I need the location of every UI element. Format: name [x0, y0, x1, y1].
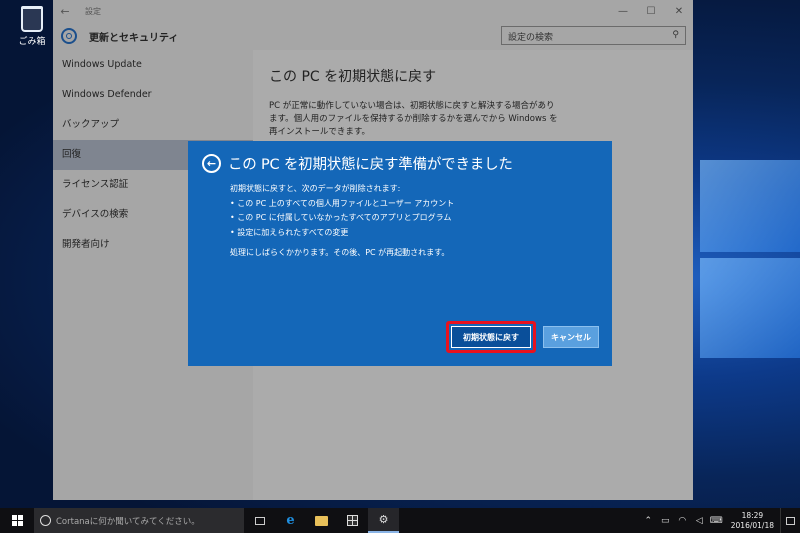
edge-icon: e [286, 513, 295, 528]
task-view-button[interactable] [244, 508, 275, 533]
reset-button[interactable]: 初期状態に戻す [451, 326, 531, 348]
section-description: PC が正常に動作していない場合は、初期状態に戻すと解決する場合があります。個人… [269, 101, 558, 137]
cortana-search-box[interactable]: Cortanaに何か聞いてみてください。 [34, 508, 244, 533]
store-button[interactable] [337, 508, 368, 533]
sidebar-item-windows-update[interactable]: Windows Update [53, 50, 253, 80]
store-icon [347, 515, 358, 526]
clock-date: 2016/01/18 [730, 520, 774, 530]
reset-dialog: ← この PC を初期状態に戻す準備ができました 初期状態に戻すと、次のデータが… [188, 141, 612, 366]
sidebar-item-backup[interactable]: バックアップ [53, 110, 253, 140]
dialog-title: この PC を初期状態に戻す準備ができました [228, 157, 513, 173]
taskbar: Cortanaに何か聞いてみてください。 e ⚙ ⌃ ▭ ◠ ◁ ⌨ 18:29… [0, 508, 800, 533]
dialog-body: 初期状態に戻すと、次のデータが削除されます: この PC 上のすべての個人用ファ… [230, 182, 454, 261]
windows-start-icon [11, 515, 23, 526]
recycle-bin[interactable]: ごみ箱 [12, 6, 52, 47]
battery-icon[interactable]: ▭ [657, 516, 674, 526]
dialog-buttons: 初期状態に戻す キャンセル [446, 321, 599, 353]
wifi-icon[interactable]: ◠ [674, 516, 691, 526]
windows-logo-wallpaper [700, 160, 800, 360]
gear-icon [61, 28, 77, 44]
maximize-icon[interactable]: ☐ [637, 6, 665, 17]
sidebar-item-windows-defender[interactable]: Windows Defender [53, 80, 253, 110]
action-center-button[interactable] [780, 508, 800, 533]
file-explorer-button[interactable] [306, 508, 337, 533]
settings-gear-icon: ⚙ [378, 513, 389, 526]
section-title: この PC を初期状態に戻す [269, 69, 437, 85]
cortana-placeholder: Cortanaに何か聞いてみてください。 [56, 516, 200, 527]
list-item: この PC 上のすべての個人用ファイルとユーザー アカウント [230, 197, 454, 212]
list-item: 設定に加えられたすべての変更 [230, 226, 454, 241]
keyboard-icon[interactable]: ⌨ [708, 516, 725, 526]
clock[interactable]: 18:29 2016/01/18 [725, 511, 780, 531]
back-arrow-icon[interactable]: ← [202, 154, 221, 173]
edge-button[interactable]: e [275, 508, 306, 533]
back-icon[interactable]: ← [53, 5, 77, 18]
start-button[interactable] [0, 508, 34, 533]
settings-taskbar-button[interactable]: ⚙ [368, 508, 399, 533]
recycle-bin-label: ごみ箱 [18, 37, 46, 47]
dialog-note: 処理にしばらくかかります。その後、PC が再起動されます。 [230, 248, 450, 257]
red-highlight-box: 初期状態に戻す [446, 321, 536, 353]
close-icon[interactable]: ✕ [665, 6, 693, 17]
dialog-header: ← この PC を初期状態に戻す準備ができました [202, 153, 513, 174]
minimize-icon[interactable]: — [609, 6, 637, 17]
removed-items-list: この PC 上のすべての個人用ファイルとユーザー アカウント この PC に付属… [230, 197, 454, 241]
folder-icon [315, 515, 328, 526]
task-view-icon [254, 516, 265, 525]
cancel-button[interactable]: キャンセル [543, 326, 599, 348]
volume-icon[interactable]: ◁ [691, 516, 708, 526]
system-tray: ⌃ ▭ ◠ ◁ ⌨ 18:29 2016/01/18 [640, 508, 800, 533]
search-icon: ⚲ [672, 30, 679, 40]
chevron-up-icon[interactable]: ⌃ [640, 516, 657, 526]
window-title: 設定 [85, 6, 101, 16]
title-bar: ← 設定 — ☐ ✕ [53, 0, 693, 22]
search-input[interactable]: 設定の検索 ⚲ [501, 26, 686, 45]
list-item: この PC に付属していなかったすべてのアプリとプログラム [230, 211, 454, 226]
recycle-bin-icon [21, 6, 43, 32]
clock-time: 18:29 [741, 510, 764, 520]
search-placeholder: 設定の検索 [508, 33, 554, 43]
page-title: 更新とセキュリティ [89, 32, 179, 44]
notification-icon [786, 516, 795, 525]
dialog-intro: 初期状態に戻すと、次のデータが削除されます: [230, 184, 401, 193]
cortana-icon [40, 515, 51, 526]
